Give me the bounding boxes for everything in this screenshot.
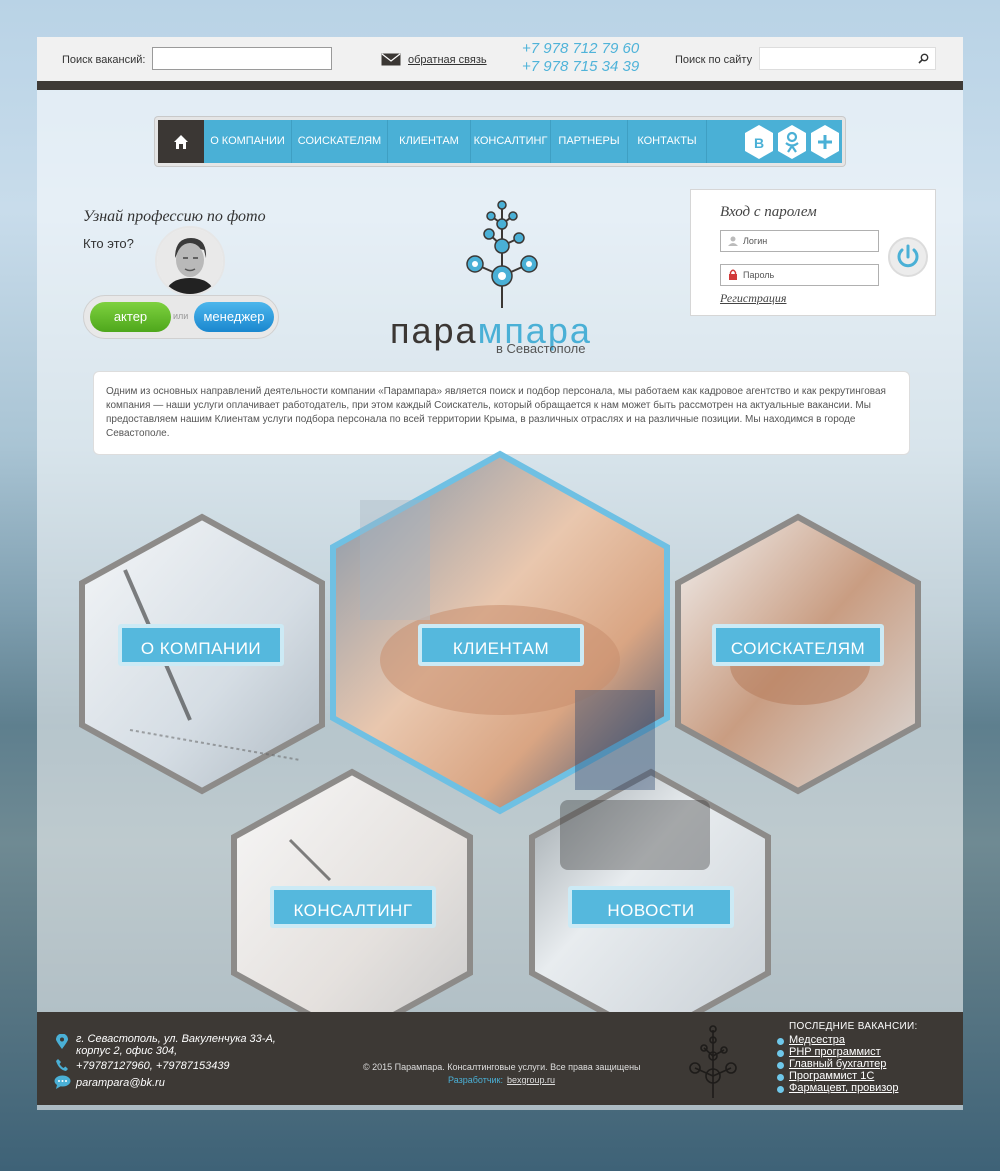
vacancy-bullet xyxy=(777,1062,784,1069)
footer-logo-icon xyxy=(689,1025,737,1098)
footer-developer-label: Разработчик: xyxy=(448,1075,503,1085)
footer-email[interactable]: parampara@bk.ru xyxy=(76,1077,165,1089)
vacancy-bullet xyxy=(777,1074,784,1081)
tile-applicants-button[interactable]: СОИСКАТЕЛЯМ xyxy=(712,624,884,666)
footer-copyright: © 2015 Парампара. Консалтинговые услуги.… xyxy=(363,1062,641,1072)
vacancy-link-5[interactable]: Фармацевт, провизор xyxy=(789,1082,898,1094)
footer-phones: +79787127960, +79787153439 xyxy=(76,1060,230,1072)
location-icon xyxy=(56,1034,68,1049)
vacancy-link-3[interactable]: Главный бухгалтер xyxy=(789,1058,886,1070)
tile-clients-button[interactable]: КЛИЕНТАМ xyxy=(418,624,584,666)
vacancy-link-4[interactable]: Программист 1С xyxy=(789,1070,874,1082)
chat-icon xyxy=(54,1075,71,1089)
footer-address-1: г. Севастополь, ул. Вакуленчука 33-А, xyxy=(76,1033,276,1045)
vacancy-link-1[interactable]: Медсестра xyxy=(789,1034,845,1046)
tile-news-button[interactable]: НОВОСТИ xyxy=(568,886,734,928)
phone-icon xyxy=(56,1059,68,1071)
vacancy-link-2[interactable]: PHP программист xyxy=(789,1046,881,1058)
tile-consulting-button[interactable]: КОНСАЛТИНГ xyxy=(270,886,436,928)
vacancy-bullet xyxy=(777,1050,784,1057)
vacancies-title: ПОСЛЕДНИЕ ВАКАНСИИ: xyxy=(789,1021,918,1032)
tile-company-button[interactable]: О КОМПАНИИ xyxy=(118,624,284,666)
hex-tiles xyxy=(79,450,921,1042)
vacancy-bullet xyxy=(777,1038,784,1045)
footer-developer-link[interactable]: bexgroup.ru xyxy=(507,1075,555,1085)
footer-address-2: корпус 2, офис 304, xyxy=(76,1045,178,1057)
vacancy-bullet xyxy=(777,1086,784,1093)
